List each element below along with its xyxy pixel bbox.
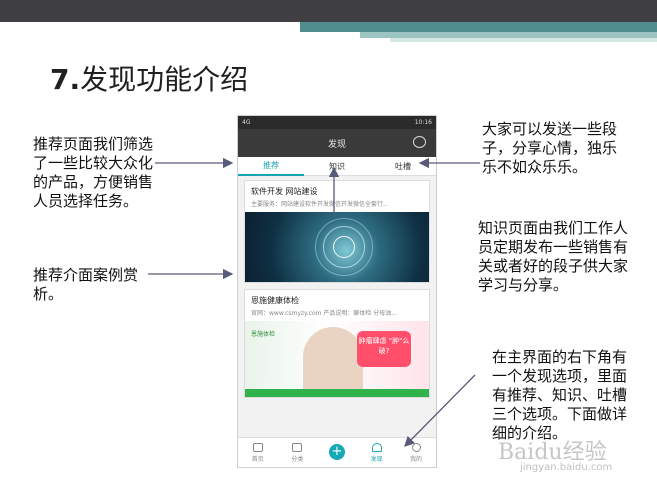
slide-title-number: 7. — [50, 63, 81, 96]
nav-label: 分类 — [291, 455, 304, 463]
banner-people-image — [303, 327, 363, 393]
feed-card[interactable]: 软件开发 网站建设 主要服务：网站建设软件开发微信开发微信全套行... — [244, 180, 430, 283]
nav-label: 我的 — [410, 455, 423, 463]
banner-brand: 恩施体检 — [251, 331, 276, 338]
slide-stripe — [300, 22, 657, 32]
feed-card[interactable]: 恩施健康体检 官网：www.csmyzy.com 产品说明：聊体检 分母油...… — [244, 289, 430, 398]
nav-profile[interactable]: 我的 — [396, 442, 436, 463]
app-header: 发现 — [238, 129, 436, 157]
nav-label: 发现 — [370, 455, 383, 463]
status-time: 10:16 — [414, 119, 432, 126]
slide-top-band — [0, 0, 657, 22]
slide-stripe — [390, 38, 657, 42]
home-icon — [252, 442, 263, 452]
callout-knowledge: 知识页面由我们工作人员定期发布一些销售有关或者好的段子供大家学习与分享。 — [478, 219, 629, 294]
card-banner-image: 恩施体检 肿瘤肆虐 "肿"么破? — [245, 321, 429, 397]
tab-tucao[interactable]: 吐槽 — [370, 161, 436, 172]
chat-bubble-icon[interactable] — [413, 136, 426, 148]
banner-bar — [245, 389, 429, 397]
nav-home[interactable]: 首页 — [238, 442, 278, 463]
card-subtitle: 主要服务：网站建设软件开发微信开发微信全套行... — [251, 201, 389, 208]
callout-case: 推荐介面案例赏析。 — [33, 266, 139, 303]
person-icon — [411, 442, 421, 452]
card-image — [245, 212, 429, 282]
nav-discover[interactable]: 发现 — [357, 442, 397, 463]
status-bar: 4G 10:16 — [238, 116, 436, 129]
plus-icon: + — [328, 443, 345, 460]
phone-screenshot: 4G 10:16 发现 推荐 知识 吐槽 软件开发 网站建设 主要服务：网站建设… — [237, 115, 437, 468]
card-title: 恩施健康体检 — [251, 296, 299, 305]
callout-recommend: 推荐页面我们筛选了一些比较大众化的产品，方便销售人员选择任务。 — [33, 135, 154, 210]
tab-knowledge[interactable]: 知识 — [304, 161, 370, 172]
status-signal: 4G — [242, 119, 251, 126]
bottom-nav: 首页 分类 + 发现 我的 — [238, 437, 436, 467]
slide-title: 7.发现功能介绍 — [50, 58, 248, 98]
feed-list: 软件开发 网站建设 主要服务：网站建设软件开发微信开发微信全套行... 恩施健康… — [238, 176, 436, 408]
tab-recommend[interactable]: 推荐 — [238, 157, 304, 176]
callout-tucao: 大家可以发送一些段子，分享心情，独乐乐不如众乐乐。 — [482, 120, 618, 176]
nav-category[interactable]: 分类 — [278, 442, 318, 463]
card-subtitle: 官网：www.csmyzy.com 产品说明：聊体检 分母油... — [251, 310, 398, 317]
header-title: 发现 — [327, 139, 346, 150]
bell-icon — [371, 442, 382, 452]
callout-discover: 在主界面的右下角有一个发现选项，里面有推荐、知识、吐槽三个选项。下面做详细的介绍… — [492, 348, 628, 442]
slide-title-text: 发现功能介绍 — [80, 63, 249, 96]
tab-bar: 推荐 知识 吐槽 — [238, 157, 436, 176]
list-icon — [292, 442, 303, 452]
nav-add[interactable]: + — [317, 443, 357, 460]
watermark-url: jingyan.baidu.com — [520, 462, 613, 473]
card-title: 软件开发 网站建设 — [251, 187, 318, 196]
banner-bubble: 肿瘤肆虐 "肿"么破? — [357, 331, 411, 367]
nav-label: 首页 — [251, 455, 264, 463]
